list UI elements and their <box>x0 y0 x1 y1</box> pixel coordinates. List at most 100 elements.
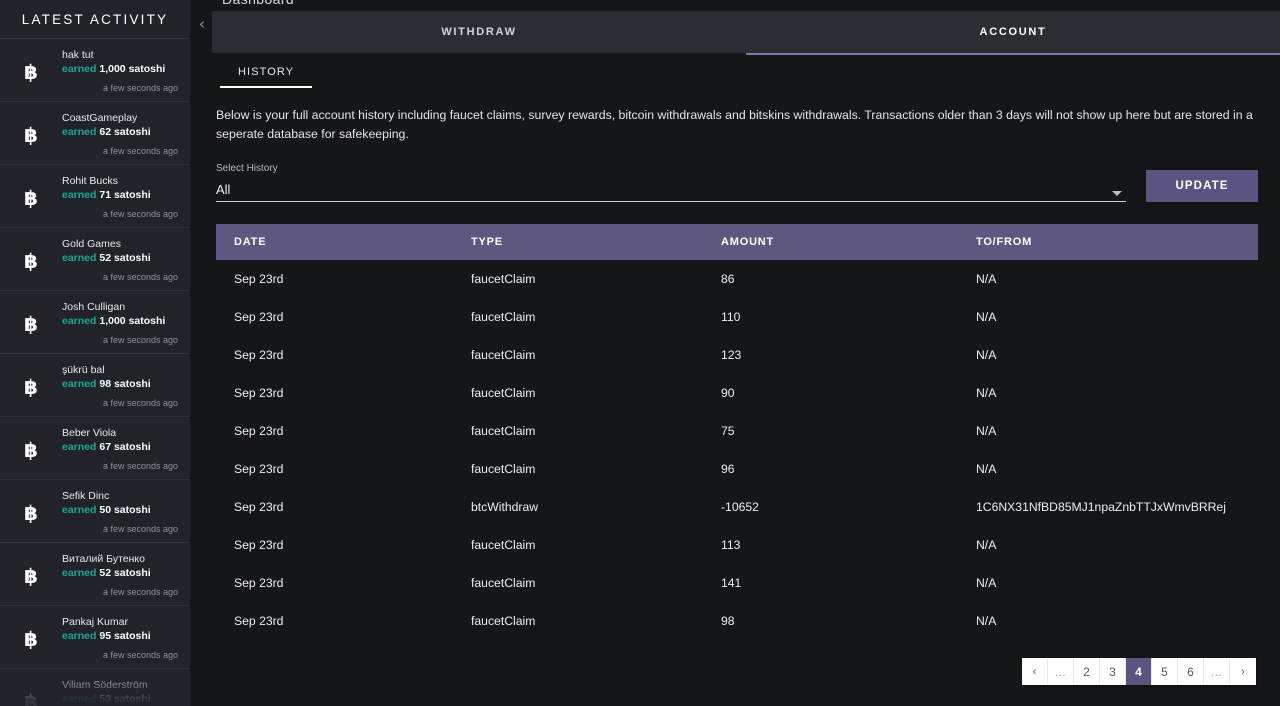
table-row: Sep 23rd faucetClaim 86 N/A <box>216 260 1258 298</box>
cell-type: faucetClaim <box>471 310 536 324</box>
activity-timestamp: a few seconds ago <box>102 461 178 471</box>
history-table-wrapper: DATE TYPE AMOUNT TO/FROM Sep 23rd faucetClai… <box>212 202 1280 640</box>
top-tabs-wrapper: WITHDRAW ACCOUNT <box>212 11 1280 55</box>
activity-user-name: Josh Culligan <box>62 301 126 313</box>
pagination-page-3[interactable]: 3 <box>1100 658 1126 685</box>
cell-date: Sep 23rd <box>234 462 284 476</box>
bitcoin-icon: ฿ <box>24 375 38 399</box>
activity-item[interactable]: ฿ CoastGameplay earned 62 satoshi a few sec… <box>0 101 190 164</box>
bitcoin-icon: ฿ <box>24 60 38 84</box>
activity-verb: earned <box>62 504 97 516</box>
bitcoin-icon: ฿ <box>24 501 38 525</box>
activity-amount: 52 <box>99 252 112 264</box>
activity-verb: earned <box>62 315 97 327</box>
activity-amount: 62 <box>99 126 112 138</box>
cell-amount: 86 <box>721 272 735 286</box>
cell-tofrom: N/A <box>976 272 997 286</box>
pagination-page-6[interactable]: 6 <box>1178 658 1204 685</box>
cell-amount: 113 <box>721 538 741 552</box>
main-panel: Dashboard ‹ WITHDRAWACCOUNT HISTORY Belo… <box>190 0 1280 706</box>
activity-body: hak tut earned 1,000 satoshi a few seconds… <box>62 46 180 93</box>
activity-earned: earned 52 satoshi <box>62 566 180 581</box>
activity-item[interactable]: ฿ Виталий Бутенко earned 52 satoshi a few s… <box>0 542 190 605</box>
activity-user-name: Sefik Dinc <box>62 490 110 502</box>
activity-amount: 98 <box>99 378 112 390</box>
cell-tofrom: N/A <box>976 386 997 400</box>
activity-verb: earned <box>62 63 97 75</box>
activity-timestamp: a few seconds ago <box>102 587 178 597</box>
cell-date: Sep 23rd <box>234 348 284 362</box>
activity-verb: earned <box>62 126 97 138</box>
update-button[interactable]: UPDATE <box>1146 170 1258 202</box>
cell-tofrom: N/A <box>976 462 997 476</box>
tab-withdraw[interactable]: WITHDRAW <box>212 11 746 53</box>
activity-user-name: Rohit Bucks <box>62 175 119 187</box>
activity-earned: earned 53 satoshi <box>62 692 180 706</box>
history-table: DATE TYPE AMOUNT TO/FROM Sep 23rd faucetClai… <box>216 224 1258 640</box>
activity-earned: earned 95 satoshi <box>62 629 180 644</box>
select-history-dropdown[interactable]: All <box>216 178 1126 202</box>
activity-item[interactable]: ฿ Gold Games earned 52 satoshi a few second… <box>0 227 190 290</box>
pagination-page-5[interactable]: 5 <box>1152 658 1178 685</box>
activity-verb: earned <box>62 630 97 642</box>
activity-timestamp: a few seconds ago <box>102 83 178 93</box>
activity-body: CoastGameplay earned 62 satoshi a few seco… <box>62 109 180 156</box>
activity-verb: earned <box>62 378 97 390</box>
cell-date: Sep 23rd <box>234 538 284 552</box>
table-row: Sep 23rd faucetClaim 110 N/A <box>216 298 1258 336</box>
activity-item[interactable]: ฿ Josh Culligan earned 1,000 satoshi a few … <box>0 290 190 353</box>
activity-body: Gold Games earned 52 satoshi a few seconds… <box>62 235 180 282</box>
activity-item[interactable]: ฿ Beber Viola earned 67 satoshi a few secon… <box>0 416 190 479</box>
activity-unit: satoshi <box>113 630 151 642</box>
cell-tofrom: N/A <box>976 424 997 438</box>
cell-date: Sep 23rd <box>234 614 284 628</box>
table-row: Sep 23rd faucetClaim 123 N/A <box>216 336 1258 374</box>
column-header-date: DATE <box>216 224 471 260</box>
history-table-head: DATE TYPE AMOUNT TO/FROM <box>216 224 1258 260</box>
activity-unit: satoshi <box>128 63 166 75</box>
subtab-history[interactable]: HISTORY <box>220 54 313 88</box>
cell-amount: 98 <box>721 614 735 628</box>
bitcoin-icon: ฿ <box>24 627 38 651</box>
activity-item[interactable]: ฿ Rohit Bucks earned 71 satoshi a few secon… <box>0 164 190 227</box>
select-history-value: All <box>216 182 231 197</box>
chevron-left-icon[interactable]: ‹ <box>192 12 212 36</box>
bitcoin-icon: ฿ <box>24 564 38 588</box>
select-history-field: Select History All <box>216 163 1126 202</box>
pagination: ‹… 2 3 4 5 6… › <box>212 640 1280 685</box>
tab-account[interactable]: ACCOUNT <box>746 11 1280 55</box>
table-row: Sep 23rd faucetClaim 141 N/A <box>216 564 1258 602</box>
pagination-prev[interactable]: ‹ <box>1022 658 1048 685</box>
activity-body: Виталий Бутенко earned 52 satoshi a few se… <box>62 550 180 597</box>
activity-item[interactable]: ฿ Sefik Dinc earned 50 satoshi a few second… <box>0 479 190 542</box>
cell-type: faucetClaim <box>471 424 536 438</box>
pagination-next[interactable]: › <box>1230 658 1256 685</box>
activity-amount: 67 <box>99 441 112 453</box>
activity-timestamp: a few seconds ago <box>102 650 178 660</box>
activity-unit: satoshi <box>128 315 166 327</box>
cell-date: Sep 23rd <box>234 500 284 514</box>
activity-body: Pankaj Kumar earned 95 satoshi a few secon… <box>62 613 180 660</box>
history-description: Below is your full account history inclu… <box>216 108 1253 141</box>
activity-unit: satoshi <box>113 378 151 390</box>
activity-item[interactable]: ฿ Pankaj Kumar earned 95 satoshi a few seco… <box>0 605 190 668</box>
activity-item[interactable]: ฿Viliam Söderströmearned 53 satoshia few… <box>0 668 190 706</box>
cell-type: faucetClaim <box>471 348 536 362</box>
pagination-group: ‹… 2 3 4 5 6… › <box>1022 658 1256 685</box>
table-row: Sep 23rd btcWithdraw -10652 1C6NX31NfBD85MJ… <box>216 488 1258 526</box>
activity-item[interactable]: ฿ şükrü bal earned 98 satoshi a few seconds… <box>0 353 190 416</box>
latest-activity-sidebar: LATEST ACTIVITY ฿ hak tut earned 1,000 sat… <box>0 0 190 706</box>
cell-type: faucetClaim <box>471 576 536 590</box>
app-root: LATEST ACTIVITY ฿ hak tut earned 1,000 sat… <box>0 0 1280 706</box>
activity-timestamp: a few seconds ago <box>102 398 178 408</box>
cell-tofrom: N/A <box>976 576 997 590</box>
cell-amount: 96 <box>721 462 735 476</box>
activity-item[interactable]: ฿ hak tut earned 1,000 satoshi a few second… <box>0 38 190 101</box>
activity-verb: earned <box>62 693 97 705</box>
activity-amount: 71 <box>99 189 112 201</box>
pagination-page-4[interactable]: 4 <box>1126 658 1152 685</box>
pagination-page-2[interactable]: 2 <box>1074 658 1100 685</box>
activity-verb: earned <box>62 252 97 264</box>
cell-tofrom: 1C6NX31NfBD85MJ1npaZnbTTJxWmvBRRej <box>976 500 1226 514</box>
cell-date: Sep 23rd <box>234 424 284 438</box>
